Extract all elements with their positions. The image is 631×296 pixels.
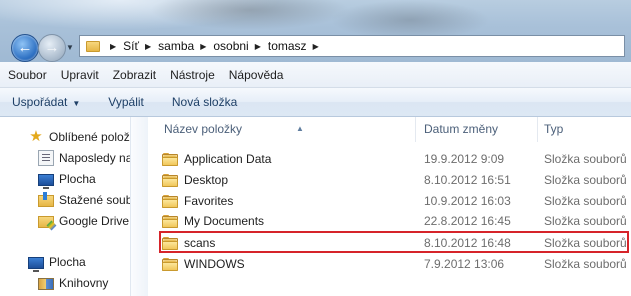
column-header-date[interactable]: Datum změny [418, 117, 538, 142]
desktop-icon [38, 174, 54, 189]
nav-item-google-drive[interactable]: Google Drive [38, 212, 129, 230]
new-folder-button[interactable]: Nová složka [158, 95, 251, 109]
organize-label: Uspořádat [12, 95, 68, 109]
breadcrumb: Síť ▶ samba ▶ osobni ▶ tomasz ▶ [123, 39, 326, 53]
folder-icon [162, 173, 178, 187]
history-dropdown-icon[interactable]: ▼ [66, 43, 74, 52]
breadcrumb-root-chevron[interactable]: ▶ [104, 42, 123, 51]
nav-favorites[interactable]: ★ Oblíbené polož [28, 128, 130, 146]
nav-libraries[interactable]: Knihovny [38, 274, 108, 292]
command-bar: Uspořádat ▼ Vypálit Nová složka [0, 88, 631, 117]
breadcrumb-item-tomasz[interactable]: tomasz [268, 39, 307, 53]
table-row[interactable]: Application Data 19.9.2012 9:09 Složka s… [162, 149, 627, 169]
file-date: 19.9.2012 9:09 [424, 152, 505, 166]
nav-item-downloads[interactable]: Stažené soub [38, 191, 130, 209]
file-date: 10.9.2012 16:03 [424, 194, 511, 208]
star-icon: ★ [29, 128, 43, 145]
nav-item-recent[interactable]: Naposledy na [38, 149, 130, 167]
libraries-icon [38, 278, 54, 290]
table-row[interactable]: Favorites 10.9.2012 16:03 Složka souborů [162, 191, 627, 211]
nav-item-label: Naposledy na [59, 151, 130, 165]
column-header-date-label: Datum změny [424, 122, 499, 136]
folder-icon [86, 40, 100, 52]
menu-zobrazit[interactable]: Zobrazit [106, 68, 163, 82]
menu-bar: Soubor Upravit Zobrazit Nástroje Nápověd… [0, 62, 631, 88]
file-date: 8.10.2012 16:51 [424, 173, 511, 187]
forward-button[interactable]: → [38, 34, 66, 62]
chevron-right-icon[interactable]: ▶ [200, 42, 206, 51]
column-header-name[interactable]: Název položky ▲ [158, 117, 416, 142]
nav-desktop-root[interactable]: Plocha [28, 253, 86, 272]
nav-item-label: Plocha [59, 172, 96, 186]
file-name: Favorites [184, 194, 234, 208]
folder-icon [162, 194, 178, 208]
file-type: Složka souborů [544, 257, 627, 271]
column-header-type-label: Typ [544, 122, 564, 136]
address-bar[interactable]: ▶ Síť ▶ samba ▶ osobni ▶ tomasz ▶ [79, 35, 625, 57]
arrow-right-icon: → [44, 39, 60, 56]
breadcrumb-item-osobni[interactable]: osobni [213, 39, 248, 53]
chevron-right-icon[interactable]: ▶ [313, 42, 319, 51]
pane-splitter[interactable] [130, 117, 149, 296]
nav-item-desktop[interactable]: Plocha [38, 170, 96, 189]
desktop-icon [28, 257, 44, 272]
navigation-pane: ★ Oblíbené polož Naposledy na Plocha Sta… [0, 117, 130, 296]
folder-icon [162, 214, 178, 228]
downloads-icon [38, 192, 54, 207]
sort-ascending-icon: ▲ [296, 124, 304, 133]
table-row[interactable]: My Documents 22.8.2012 16:45 Složka soub… [162, 211, 627, 231]
chevron-right-icon[interactable]: ▶ [145, 42, 151, 51]
file-name: WINDOWS [184, 257, 245, 271]
breadcrumb-item-samba[interactable]: samba [158, 39, 194, 53]
nav-libraries-label: Knihovny [59, 276, 109, 290]
folder-icon [162, 257, 178, 271]
nav-favorites-label: Oblíbené polož [49, 130, 130, 144]
file-list: Název položky ▲ Datum změny Typ Applicat… [148, 117, 631, 296]
file-type: Složka souborů [544, 152, 627, 166]
table-row[interactable]: WINDOWS 7.9.2012 13:06 Složka souborů [162, 254, 627, 274]
menu-upravit[interactable]: Upravit [54, 68, 106, 82]
file-name: Application Data [184, 152, 272, 166]
recent-places-icon [38, 150, 54, 166]
highlight-box [159, 231, 629, 253]
chevron-down-icon: ▼ [72, 99, 81, 108]
menu-napoveda[interactable]: Nápověda [222, 68, 291, 82]
file-name: My Documents [184, 214, 265, 228]
burn-button[interactable]: Vypálit [94, 95, 158, 109]
file-date: 7.9.2012 13:06 [424, 257, 505, 271]
google-drive-icon [38, 216, 54, 228]
column-header-name-label: Název položky [164, 122, 243, 136]
breadcrumb-item-sit[interactable]: Síť [123, 39, 139, 53]
chevron-right-icon[interactable]: ▶ [255, 42, 261, 51]
menu-soubor[interactable]: Soubor [0, 68, 54, 82]
folder-icon [162, 152, 178, 166]
column-header-row: Název položky ▲ Datum změny Typ [148, 117, 631, 142]
file-type: Složka souborů [544, 214, 627, 228]
file-name: Desktop [184, 173, 229, 187]
file-date: 22.8.2012 16:45 [424, 214, 511, 228]
file-type: Složka souborů [544, 173, 627, 187]
arrow-left-icon: ← [17, 39, 33, 56]
table-row[interactable]: Desktop 8.10.2012 16:51 Složka souborů [162, 170, 627, 190]
menu-nastroje[interactable]: Nástroje [163, 68, 222, 82]
nav-desktop-root-label: Plocha [49, 255, 86, 269]
nav-item-label: Google Drive [59, 214, 130, 228]
file-type: Složka souborů [544, 194, 627, 208]
back-button[interactable]: ← [11, 34, 39, 62]
organize-button[interactable]: Uspořádat ▼ [0, 95, 94, 109]
nav-item-label: Stažené soub [59, 193, 130, 207]
column-header-type[interactable]: Typ [538, 117, 631, 142]
